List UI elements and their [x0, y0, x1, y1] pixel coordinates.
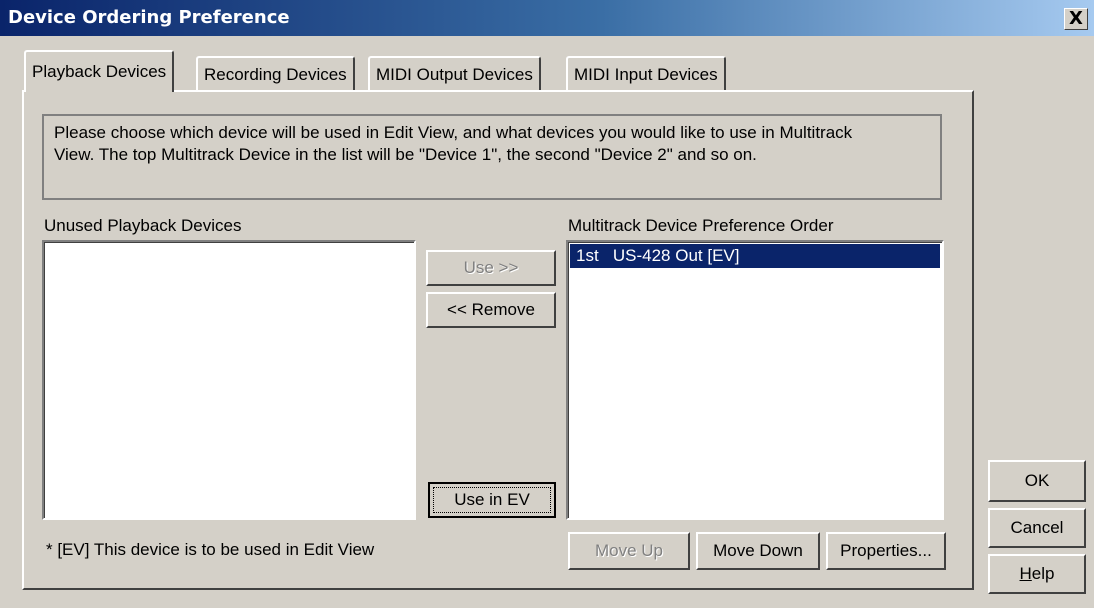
unused-devices-label: Unused Playback Devices [44, 216, 242, 235]
window-title: Device Ordering Preference [8, 7, 290, 28]
use-in-ev-button[interactable]: Use in EV [428, 482, 556, 518]
tab-midi-output-devices[interactable]: MIDI Output Devices [368, 56, 541, 90]
tab-playback-devices[interactable]: Playback Devices [24, 50, 175, 92]
properties-button[interactable]: Properties... [826, 532, 946, 570]
instructions-line-1: Please choose which device will be used … [54, 123, 853, 142]
close-icon[interactable]: X [1064, 8, 1088, 30]
tab-midi-input-devices[interactable]: MIDI Input Devices [566, 56, 726, 90]
device-order: 1st [576, 246, 599, 265]
instructions-box: Please choose which device will be used … [42, 114, 942, 200]
unused-devices-list[interactable] [42, 240, 416, 520]
title-bar: Device Ordering Preference X [0, 0, 1094, 36]
list-item[interactable]: 1st US-428 Out [EV] [570, 244, 940, 268]
help-label-rest: elp [1031, 564, 1055, 583]
remove-button[interactable]: << Remove [426, 292, 556, 328]
tab-recording-devices[interactable]: Recording Devices [196, 56, 355, 90]
move-up-button[interactable]: Move Up [568, 532, 690, 570]
ok-button[interactable]: OK [988, 460, 1086, 502]
instructions-line-2: View. The top Multitrack Device in the l… [54, 145, 757, 164]
edit-view-footnote: * [EV] This device is to be used in Edit… [46, 540, 375, 559]
move-down-button[interactable]: Move Down [696, 532, 820, 570]
help-button[interactable]: Help [988, 554, 1086, 594]
help-mnemonic: H [1019, 564, 1032, 583]
multitrack-order-list[interactable]: 1st US-428 Out [EV] [566, 240, 944, 520]
device-name: US-428 Out [EV] [612, 246, 740, 265]
multitrack-order-label: Multitrack Device Preference Order [568, 216, 834, 235]
cancel-button[interactable]: Cancel [988, 508, 1086, 548]
use-button[interactable]: Use >> [426, 250, 556, 286]
